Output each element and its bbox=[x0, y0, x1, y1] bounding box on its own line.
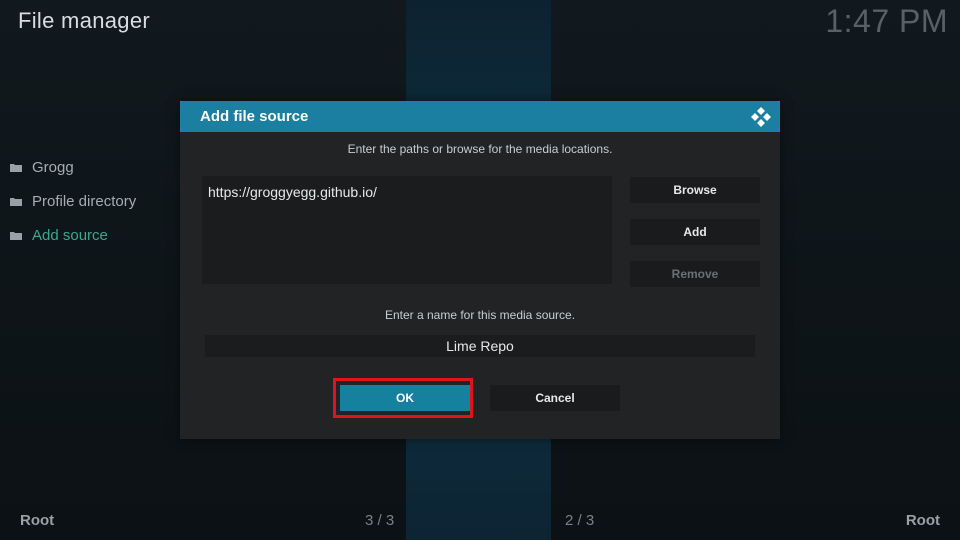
footer-root-right: Root bbox=[905, 512, 940, 529]
sidebar-item-label: Profile directory bbox=[32, 192, 137, 210]
ok-button[interactable]: OK bbox=[340, 385, 470, 411]
browse-button[interactable]: Browse bbox=[630, 177, 760, 203]
folder-icon bbox=[10, 163, 22, 172]
window-title: File manager bbox=[18, 8, 150, 33]
cancel-button[interactable]: Cancel bbox=[490, 385, 620, 411]
dialog-title: Add file source bbox=[200, 108, 309, 125]
source-name-field[interactable]: Lime Repo bbox=[205, 335, 755, 357]
paths-instruction: Enter the paths or browse for the media … bbox=[347, 142, 613, 156]
sidebar-item-label: Add source bbox=[32, 226, 108, 244]
name-instruction: Enter a name for this media source. bbox=[384, 308, 576, 322]
sidebar-item-grogg[interactable]: Grogg bbox=[10, 150, 180, 184]
paths-list[interactable]: https://groggyegg.github.io/ bbox=[202, 176, 612, 284]
remove-button[interactable]: Remove bbox=[630, 261, 760, 287]
clock: 1:47 PM bbox=[825, 3, 948, 39]
sidebar: Grogg Profile directory Add source bbox=[10, 150, 180, 252]
footer: Root 3 / 3 2 / 3 Root bbox=[0, 512, 960, 532]
sidebar-item-profile-directory[interactable]: Profile directory bbox=[10, 184, 180, 218]
kodi-logo-icon bbox=[750, 106, 772, 128]
footer-count-left: 3 / 3 bbox=[365, 512, 395, 529]
footer-root-left: Root bbox=[20, 512, 55, 529]
sidebar-item-add-source[interactable]: Add source bbox=[10, 218, 180, 252]
sidebar-item-label: Grogg bbox=[32, 158, 74, 176]
footer-count-right: 2 / 3 bbox=[565, 512, 595, 529]
add-button[interactable]: Add bbox=[630, 219, 760, 245]
folder-icon bbox=[10, 197, 22, 206]
path-entry[interactable]: https://groggyegg.github.io/ bbox=[208, 184, 377, 200]
add-file-source-dialog: Add file source Enter the paths or brows… bbox=[180, 101, 780, 439]
folder-icon bbox=[10, 231, 22, 240]
dialog-header: Add file source bbox=[180, 101, 780, 132]
